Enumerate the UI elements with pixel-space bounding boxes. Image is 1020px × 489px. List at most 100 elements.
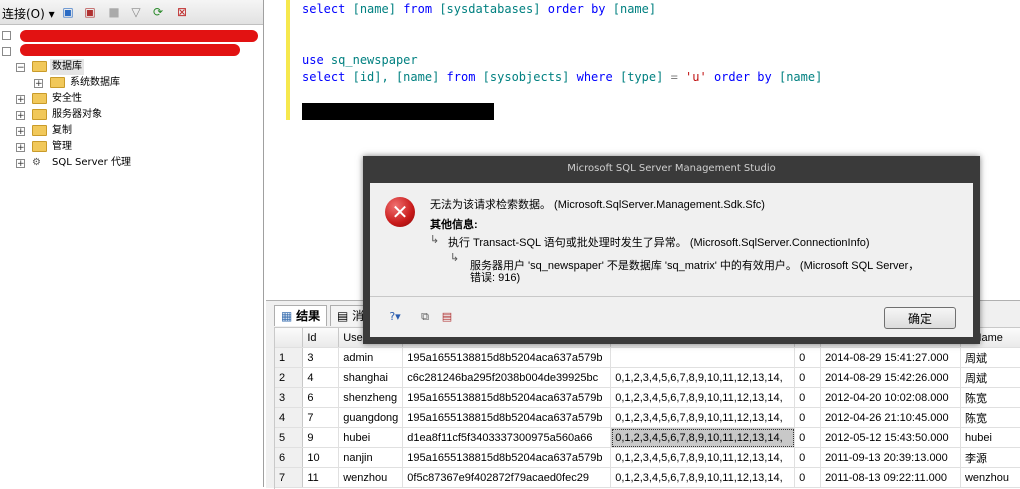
tab-results[interactable]: ▦ 结果 (274, 305, 328, 326)
table-cell[interactable]: 0,1,2,3,4,5,6,7,8,9,10,11,12,13,14, (610, 467, 796, 488)
connect-icon[interactable]: ▣ (60, 4, 76, 20)
folder-icon (50, 77, 65, 88)
column-header[interactable] (275, 328, 304, 348)
redacted-selection (302, 103, 494, 120)
row-number[interactable]: 7 (275, 467, 304, 488)
table-cell[interactable]: 7 (302, 407, 340, 428)
table-cell[interactable]: 195a1655138815d8b5204aca637a579b (402, 407, 612, 428)
summary-icon[interactable]: ⊠ (174, 4, 190, 20)
table-cell[interactable]: 9 (302, 427, 340, 448)
table-cell[interactable]: 0f5c87367e9f402872f79acaed0fec29 (402, 467, 612, 488)
row-number[interactable]: 2 (275, 367, 304, 388)
tree-item-system-databases[interactable]: 系统数据库 (70, 75, 120, 91)
table-cell[interactable]: hubei (338, 427, 404, 448)
connect-dropdown[interactable]: 连接(O) ▾ (2, 5, 55, 22)
row-number[interactable]: 4 (275, 407, 304, 428)
table-cell[interactable]: 0,1,2,3,4,5,6,7,8,9,10,11,12,13,14, (610, 387, 796, 408)
filter-icon[interactable]: ▽ (128, 4, 144, 20)
server-expander[interactable] (2, 31, 11, 40)
table-cell[interactable]: 陈宽 (960, 387, 1020, 408)
server-expander[interactable] (2, 47, 11, 56)
table-cell[interactable]: shanghai (338, 367, 404, 388)
table-cell[interactable]: 2012-04-20 10:02:08.000 (820, 387, 961, 408)
details-icon[interactable]: ▤ (440, 310, 454, 324)
table-row[interactable]: 4 7 guangdong 195a1655138815d8b5204aca637a5… (275, 407, 1020, 428)
table-cell[interactable]: 0 (794, 407, 822, 428)
expander-management[interactable]: + (16, 143, 25, 153)
table-cell[interactable]: d1ea8f11cf5f3403337300975a560a66 (402, 427, 612, 448)
table-cell[interactable]: 0 (794, 447, 822, 468)
help-icon[interactable]: ?▾ (388, 310, 402, 324)
table-cell[interactable]: 0 (794, 367, 822, 388)
table-row[interactable]: 3 6 shenzheng 195a1655138815d8b5204aca637a5… (275, 387, 1020, 408)
table-cell[interactable]: 2014-08-29 15:42:26.000 (820, 367, 961, 388)
redacted-server-1[interactable] (20, 30, 258, 42)
results-grid[interactable]: Id User alName 1 3 admin 195a1655138815d8b5… (274, 327, 1020, 489)
table-cell[interactable]: hubei (960, 427, 1020, 448)
redacted-server-2[interactable] (20, 44, 240, 56)
table-cell[interactable]: wenzhou (338, 467, 404, 488)
table-cell[interactable]: 6 (302, 387, 340, 408)
expander-system-databases[interactable]: + (34, 79, 43, 89)
table-cell[interactable]: 0 (794, 347, 822, 368)
table-cell[interactable]: wenzhou (960, 467, 1020, 488)
disconnect-icon[interactable]: ▣ (82, 4, 98, 20)
table-cell[interactable]: 2012-04-26 21:10:45.000 (820, 407, 961, 428)
table-cell[interactable]: admin (338, 347, 404, 368)
refresh-icon[interactable]: ⟳ (150, 4, 166, 20)
row-number[interactable]: 1 (275, 347, 304, 368)
table-cell[interactable]: 周斌 (960, 347, 1020, 368)
tree-item-security[interactable]: 安全性 (52, 91, 82, 107)
table-cell[interactable]: 0,1,2,3,4,5,6,7,8,9,10,11,12,13,14, (610, 427, 796, 448)
table-cell[interactable]: 4 (302, 367, 340, 388)
table-row[interactable]: 6 10 nanjin 195a1655138815d8b5204aca637a579… (275, 447, 1020, 468)
table-cell[interactable]: 10 (302, 447, 340, 468)
table-cell[interactable]: guangdong (338, 407, 404, 428)
tree-item-databases[interactable]: 数据库 (50, 59, 84, 75)
column-header[interactable]: Id (302, 328, 340, 348)
table-cell[interactable]: 2014-08-29 15:41:27.000 (820, 347, 961, 368)
row-number[interactable]: 6 (275, 447, 304, 468)
table-cell[interactable]: 195a1655138815d8b5204aca637a579b (402, 447, 612, 468)
expander-security[interactable]: + (16, 95, 25, 105)
table-cell[interactable]: 0 (794, 467, 822, 488)
table-cell[interactable]: 2011-09-13 20:39:13.000 (820, 447, 961, 468)
table-cell[interactable]: 周斌 (960, 367, 1020, 388)
row-number[interactable]: 3 (275, 387, 304, 408)
table-cell[interactable]: 0,1,2,3,4,5,6,7,8,9,10,11,12,13,14, (610, 447, 796, 468)
table-row[interactable]: 7 11 wenzhou 0f5c87367e9f402872f79acaed0fec… (275, 467, 1020, 488)
tree-item-sql-agent[interactable]: SQL Server 代理 (52, 155, 131, 171)
table-row[interactable]: 5 9 hubei d1ea8f11cf5f3403337300975a560a66 0… (275, 427, 1020, 448)
table-cell[interactable]: 2012-05-12 15:43:50.000 (820, 427, 961, 448)
table-row[interactable]: 1 3 admin 195a1655138815d8b5204aca637a579b 0… (275, 347, 1020, 368)
copy-icon[interactable]: ⧉ (418, 310, 432, 324)
table-row[interactable]: 2 4 shanghai c6c281246ba295f2038b004de39925… (275, 367, 1020, 388)
messages-icon: ▤ (337, 309, 349, 323)
table-cell[interactable] (610, 347, 796, 368)
table-cell[interactable]: 195a1655138815d8b5204aca637a579b (402, 387, 612, 408)
tree-item-server-objects[interactable]: 服务器对象 (52, 107, 102, 123)
tree-item-management[interactable]: 管理 (52, 139, 72, 155)
table-cell[interactable]: 0,1,2,3,4,5,6,7,8,9,10,11,12,13,14, (610, 367, 796, 388)
table-cell[interactable]: 李源 (960, 447, 1020, 468)
expander-replication[interactable]: + (16, 127, 25, 137)
table-cell[interactable]: c6c281246ba295f2038b004de39925bc (402, 367, 612, 388)
tree-item-replication[interactable]: 复制 (52, 123, 72, 139)
table-cell[interactable]: shenzheng (338, 387, 404, 408)
table-cell[interactable]: 陈宽 (960, 407, 1020, 428)
stop-icon[interactable]: ■ (106, 4, 122, 20)
inner-error-1: 执行 Transact-SQL 语句或批处理时发生了异常。 (Microsoft… (448, 237, 870, 249)
table-cell[interactable]: 0 (794, 427, 822, 448)
row-number[interactable]: 5 (275, 427, 304, 448)
table-cell[interactable]: 195a1655138815d8b5204aca637a579b (402, 347, 612, 368)
table-cell[interactable]: nanjin (338, 447, 404, 468)
table-cell[interactable]: 0,1,2,3,4,5,6,7,8,9,10,11,12,13,14, (610, 407, 796, 428)
expander-sql-agent[interactable]: + (16, 159, 25, 169)
table-cell[interactable]: 0 (794, 387, 822, 408)
expander-server-objects[interactable]: + (16, 111, 25, 121)
ok-button[interactable]: 确定 (884, 307, 956, 329)
table-cell[interactable]: 2011-08-13 09:22:11.000 (820, 467, 961, 488)
table-cell[interactable]: 3 (302, 347, 340, 368)
expander-databases[interactable]: − (16, 63, 25, 73)
table-cell[interactable]: 11 (302, 467, 340, 488)
